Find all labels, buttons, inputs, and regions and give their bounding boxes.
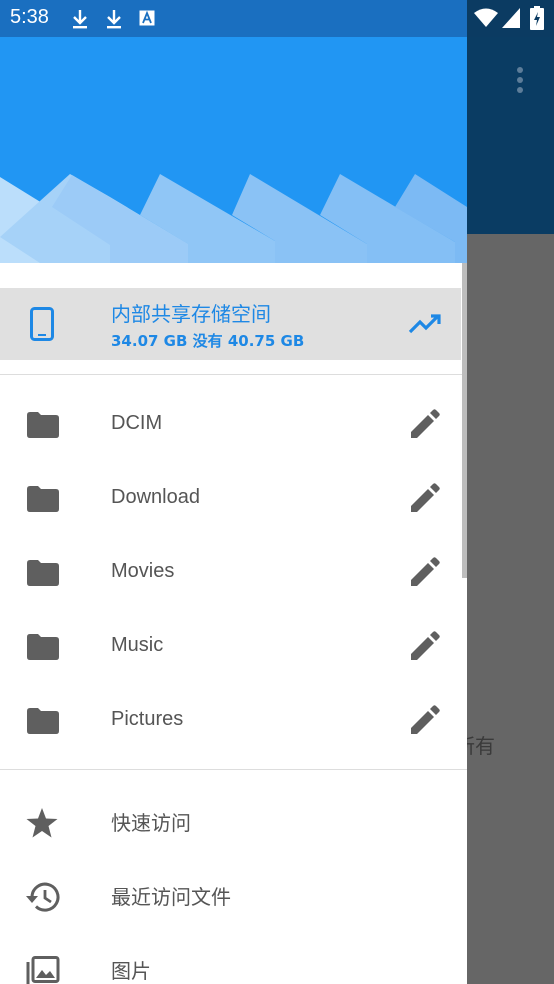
- folder-item-movies[interactable]: Movies: [0, 536, 461, 610]
- nav-label: 最近访问文件: [111, 885, 231, 909]
- folder-label: Music: [111, 634, 164, 656]
- edit-icon[interactable]: [409, 704, 441, 736]
- folder-icon: [27, 634, 59, 660]
- screen: 所有 5:38 内部共享存储空间 34.07 GB 没有 40.75 GB DC…: [0, 0, 554, 984]
- wifi-icon: [474, 8, 498, 27]
- storage-title: 内部共享存储空间: [111, 302, 271, 326]
- drawer-header: [0, 37, 467, 263]
- nav-label: 图片: [111, 959, 151, 983]
- nav-item-images[interactable]: 图片: [0, 932, 461, 984]
- folder-label: DCIM: [111, 412, 163, 434]
- folder-item-pictures[interactable]: Pictures: [0, 684, 461, 758]
- download-icon: [73, 10, 87, 29]
- image-icon: [26, 956, 60, 984]
- storage-usage: 34.07 GB 没有 40.75 GB: [111, 332, 305, 350]
- folder-item-download[interactable]: Download: [0, 462, 461, 536]
- folder-label: Download: [111, 486, 200, 508]
- folder-label: Pictures: [111, 708, 184, 730]
- folder-icon: [27, 412, 59, 438]
- history-icon: [26, 882, 60, 912]
- folder-icon: [27, 486, 59, 512]
- edit-icon[interactable]: [409, 630, 441, 662]
- storage-internal-item[interactable]: 内部共享存储空间 34.07 GB 没有 40.75 GB: [0, 288, 461, 360]
- folder-icon: [27, 708, 59, 734]
- drawer-scrollbar[interactable]: [462, 263, 467, 578]
- edit-icon[interactable]: [409, 408, 441, 440]
- edit-icon[interactable]: [409, 556, 441, 588]
- nav-item-recent-files[interactable]: 最近访问文件: [0, 858, 461, 932]
- header-mountains-illustration: [0, 37, 467, 263]
- nav-item-quick-access[interactable]: 快速访问: [0, 784, 461, 858]
- font-notification-icon: [139, 10, 155, 26]
- status-time: 5:38: [10, 6, 49, 28]
- navigation-drawer: 内部共享存储空间 34.07 GB 没有 40.75 GB DCIM Downl…: [0, 0, 467, 984]
- folder-icon: [27, 560, 59, 586]
- edit-icon[interactable]: [409, 482, 441, 514]
- signal-icon: [502, 8, 520, 28]
- trending-up-icon[interactable]: [408, 313, 442, 335]
- status-bar: 5:38: [0, 0, 554, 37]
- nav-label: 快速访问: [111, 811, 191, 835]
- divider: [0, 769, 467, 770]
- folder-item-music[interactable]: Music: [0, 610, 461, 684]
- folder-item-dcim[interactable]: DCIM: [0, 388, 461, 462]
- phone-icon: [30, 307, 54, 341]
- more-vert-icon[interactable]: [508, 62, 532, 98]
- battery-icon: [530, 6, 544, 30]
- star-icon: [26, 808, 58, 838]
- divider: [0, 374, 467, 375]
- folder-label: Movies: [111, 560, 175, 582]
- download-icon: [107, 10, 121, 29]
